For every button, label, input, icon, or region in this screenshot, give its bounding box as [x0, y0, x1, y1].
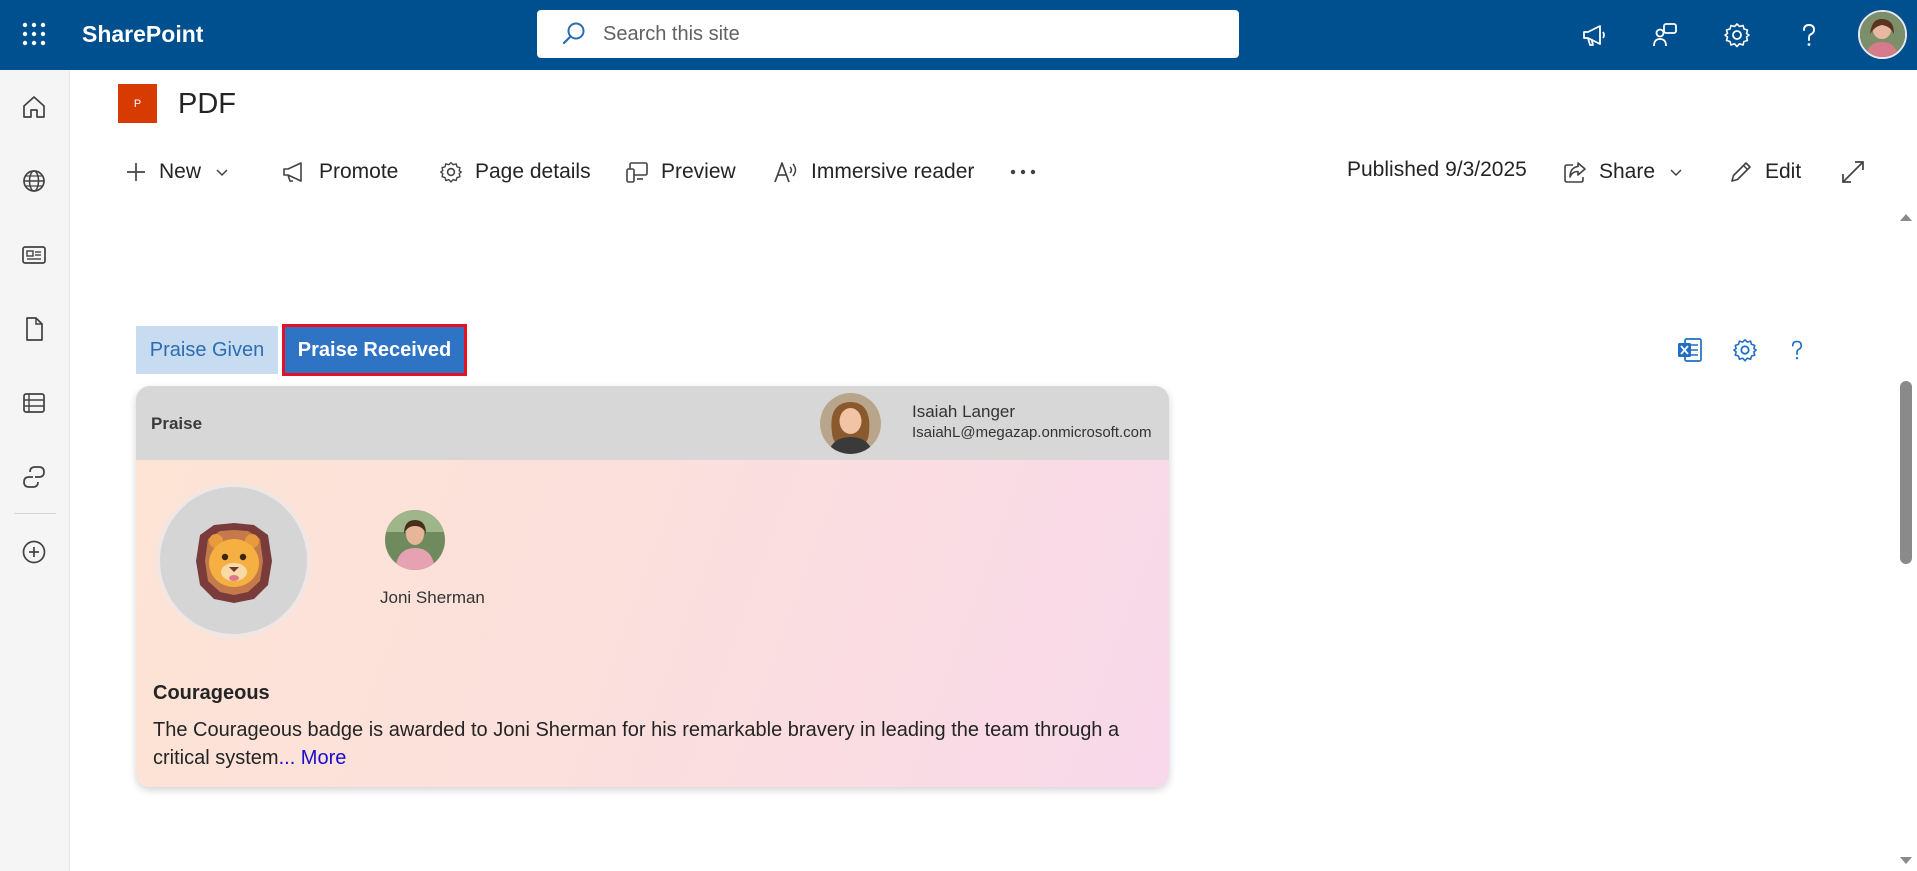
settings-gear-icon[interactable] [1727, 332, 1763, 368]
news-icon[interactable] [11, 232, 57, 278]
globe-sites-icon[interactable] [11, 158, 57, 204]
recipient-name: Joni Sherman [380, 588, 485, 607]
help-question-icon[interactable] [1779, 332, 1815, 368]
megaphone-icon [281, 160, 307, 184]
left-navigation-rail [0, 70, 70, 871]
edit-label: Edit [1765, 160, 1802, 183]
expand-fullscreen-icon[interactable] [1841, 152, 1865, 192]
promote-button[interactable]: Promote [281, 152, 398, 192]
immersive-reader-icon [773, 160, 799, 184]
new-button[interactable]: New [125, 152, 229, 192]
scroll-up-arrow-icon[interactable] [1899, 212, 1913, 222]
more-actions-button[interactable] [1010, 152, 1036, 192]
help-question-icon[interactable] [1788, 14, 1830, 56]
page-details-label: Page details [475, 160, 591, 183]
recipient-avatar [385, 510, 445, 570]
plus-icon [125, 161, 147, 183]
preview-button[interactable]: Preview [625, 152, 736, 192]
scroll-down-arrow-icon[interactable] [1899, 856, 1913, 866]
more-ellipsis-icon [1010, 167, 1036, 177]
app-brand-name[interactable]: SharePoint [82, 21, 203, 48]
more-link[interactable]: ... More [279, 747, 347, 769]
home-icon[interactable] [11, 84, 57, 130]
document-icon[interactable] [11, 306, 57, 352]
sender-name: Isaiah Langer [912, 402, 1016, 421]
pencil-edit-icon [1729, 160, 1753, 184]
preview-label: Preview [661, 160, 736, 183]
scrollbar-thumb[interactable] [1900, 381, 1912, 564]
search-input[interactable] [603, 22, 1203, 46]
share-feedback-icon[interactable] [1644, 14, 1686, 56]
user-avatar[interactable] [1858, 10, 1907, 59]
badge-description: The Courageous badge is awarded to Joni … [153, 716, 1153, 772]
promote-label: Promote [319, 160, 399, 183]
praise-card-header: Praise Isaiah Langer IsaiahL@megazap.onm… [136, 386, 1169, 460]
page-logo: P [118, 84, 157, 123]
sender-avatar [820, 393, 881, 454]
megaphone-icon[interactable] [1573, 14, 1615, 56]
create-plus-icon[interactable] [11, 529, 57, 575]
chevron-down-icon [215, 165, 229, 179]
page-details-button[interactable]: Page details [439, 152, 591, 192]
app-launcher-waffle-icon[interactable] [14, 14, 54, 54]
search-icon [561, 21, 587, 47]
badge-image [156, 483, 311, 638]
lion-badge-icon [188, 515, 280, 607]
suite-bar: SharePoint [0, 0, 1917, 70]
sender-email: IsaiahL@megazap.onmicrosoft.com [912, 424, 1152, 441]
praise-card-title: Praise [151, 414, 203, 433]
rail-divider [14, 513, 56, 514]
share-icon [1563, 160, 1587, 184]
tab-praise-given[interactable]: Praise Given [136, 326, 278, 374]
engage-icon[interactable] [11, 454, 57, 500]
edit-button[interactable]: Edit [1729, 152, 1801, 192]
share-label: Share [1599, 160, 1656, 183]
new-label: New [159, 160, 202, 183]
praise-card: Praise Isaiah Langer IsaiahL@megazap.onm… [136, 386, 1169, 787]
page-title: PDF [178, 88, 236, 120]
excel-export-icon[interactable] [1672, 332, 1708, 368]
published-date: Published 9/3/2025 [1347, 158, 1527, 181]
immersive-reader-label: Immersive reader [811, 160, 975, 183]
settings-gear-icon [439, 160, 463, 184]
settings-gear-icon[interactable] [1716, 14, 1758, 56]
preview-devices-icon [625, 160, 649, 184]
lists-icon[interactable] [11, 380, 57, 426]
search-box[interactable] [537, 10, 1239, 58]
badge-title: Courageous [153, 682, 270, 704]
tab-praise-received[interactable]: Praise Received [282, 324, 467, 376]
immersive-reader-button[interactable]: Immersive reader [773, 152, 974, 192]
share-button[interactable]: Share [1563, 152, 1683, 192]
chevron-down-icon [1669, 165, 1683, 179]
